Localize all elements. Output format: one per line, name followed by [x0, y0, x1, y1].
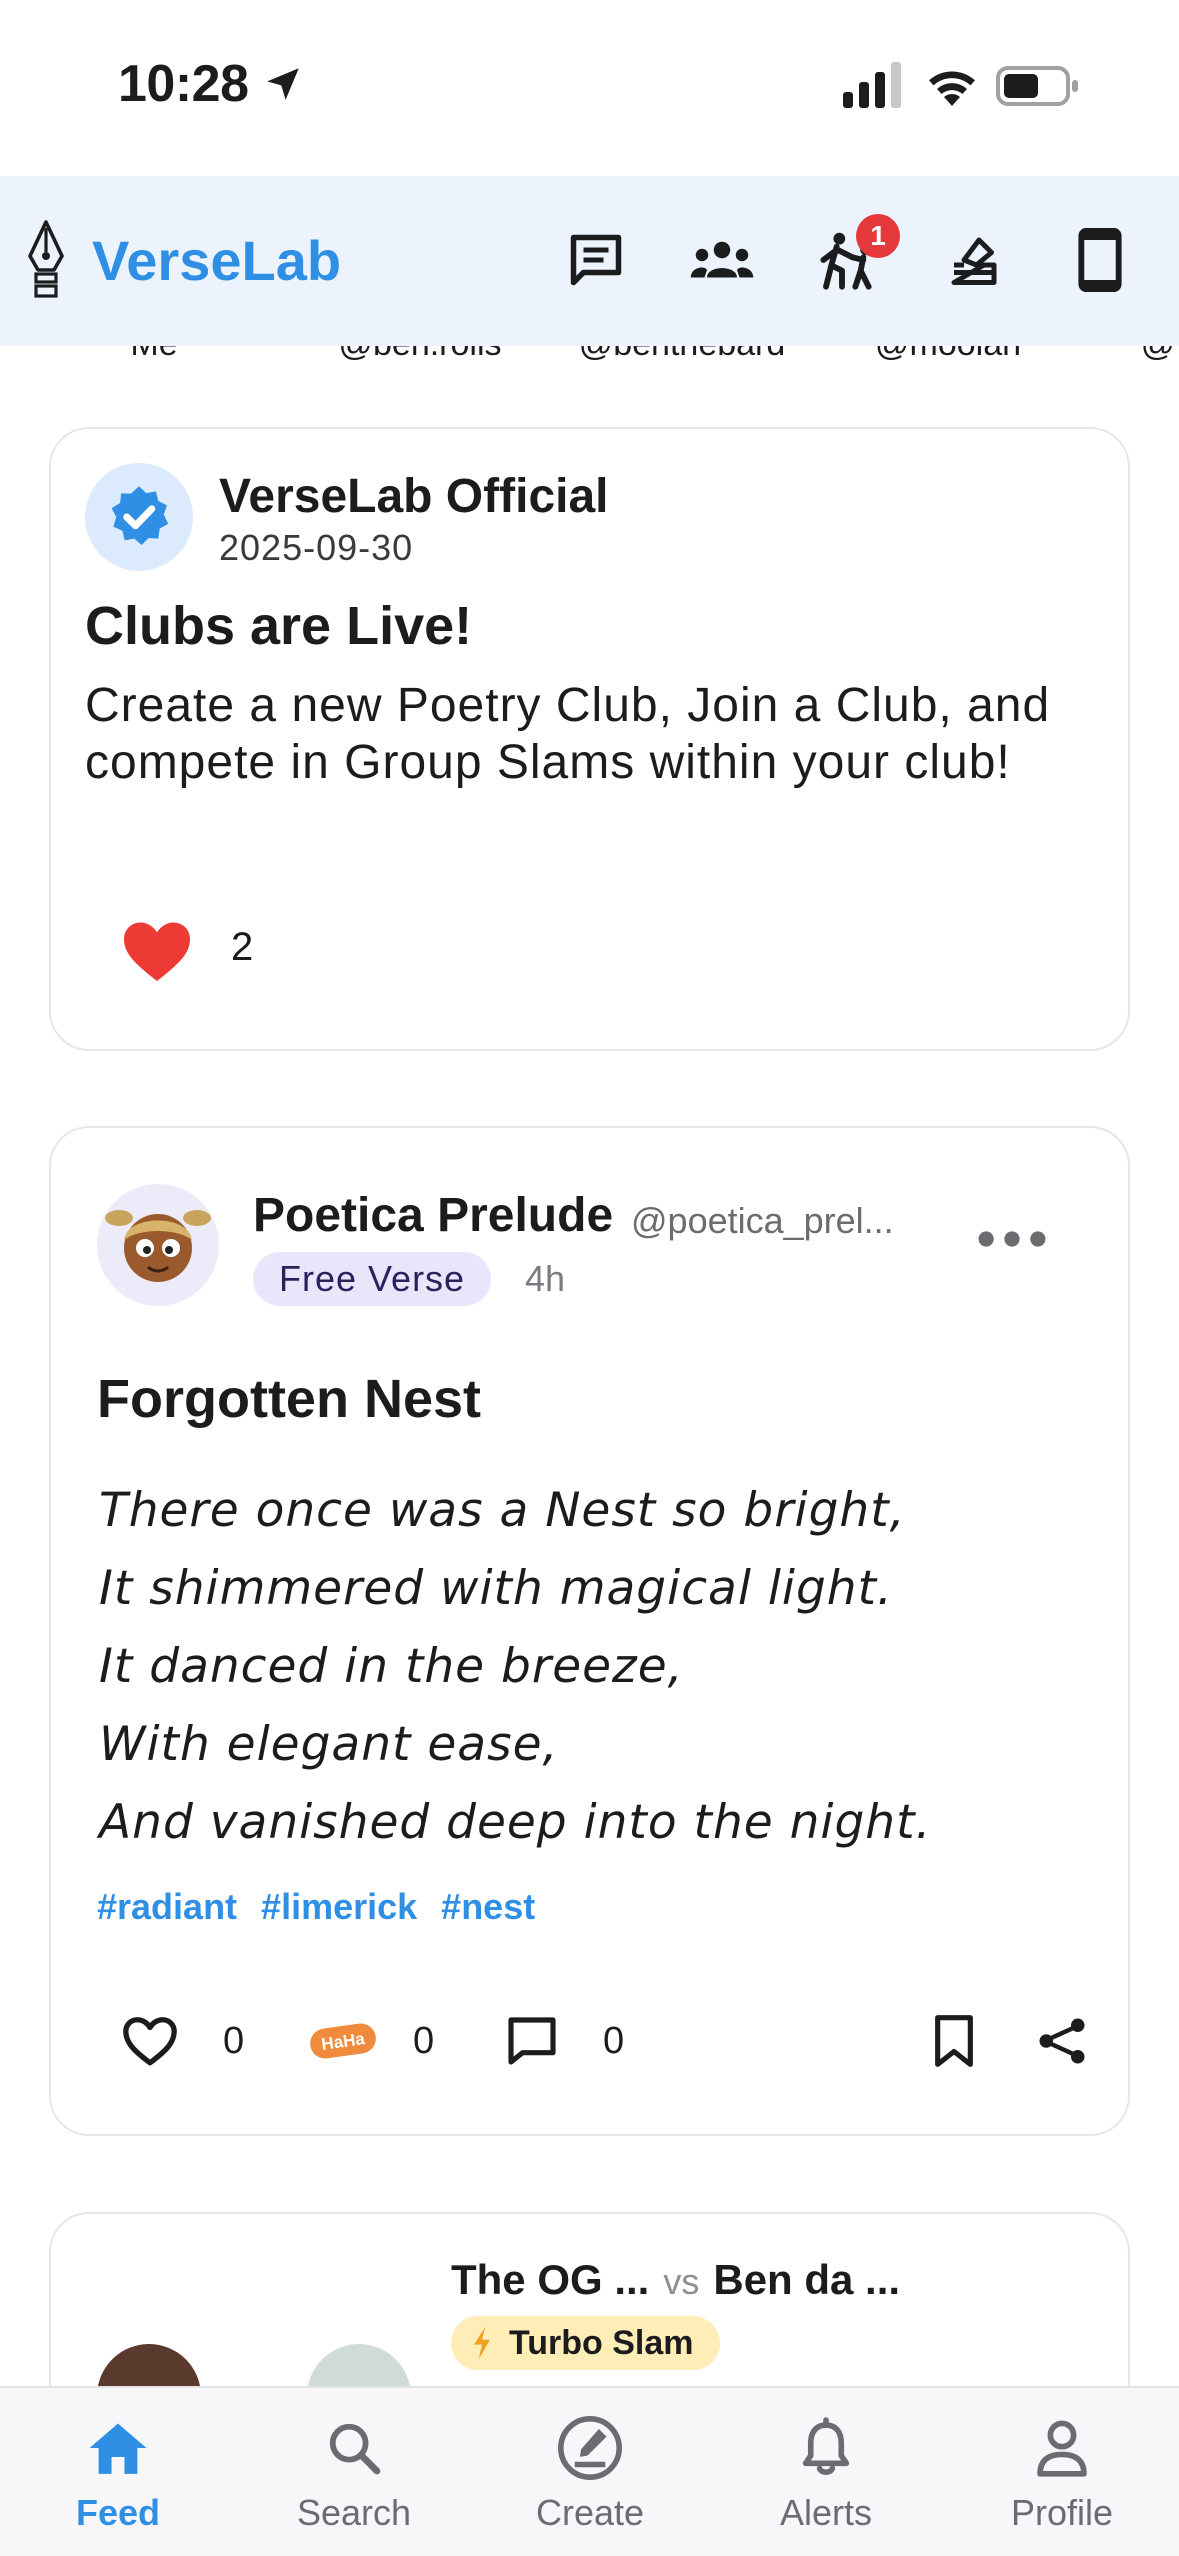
comment-button[interactable] — [499, 2008, 565, 2074]
groups-icon — [690, 241, 754, 278]
stories-strip: Me @ben.rolls @benthebard @moolah @ — [0, 346, 1179, 392]
device-button[interactable] — [1060, 220, 1140, 300]
bottom-nav: Feed Search Create Alerts Profile — [0, 2386, 1179, 2556]
avatar — [85, 463, 193, 571]
nav-label: Profile — [1010, 2492, 1114, 2533]
poem-line: With elegant ease, — [99, 1717, 559, 1772]
more-options-icon[interactable] — [977, 1224, 1047, 1254]
slam-players: The OG ... vs Ben da ... — [451, 2256, 900, 2304]
genre-chip[interactable]: Free Verse — [253, 1252, 492, 1306]
like-count: 2 — [231, 925, 254, 969]
chat-icon — [570, 234, 622, 286]
nav-item-create[interactable]: Create — [472, 2404, 708, 2544]
story-label[interactable]: @benthebard — [572, 346, 792, 364]
post-age: 4h — [525, 1258, 566, 1299]
author-name[interactable]: Poetica Prelude — [253, 1188, 613, 1243]
author-name[interactable]: VerseLab Official — [219, 469, 609, 524]
notification-badge: 1 — [856, 214, 900, 258]
slam-player-1[interactable]: The OG ... — [451, 2256, 649, 2303]
home-icon — [84, 2414, 152, 2482]
post-body: Create a new Poetry Club, Join a Club, a… — [85, 679, 1051, 789]
poem-line: It shimmered with magical light. — [99, 1561, 893, 1616]
hashtag[interactable]: #radiant — [97, 1886, 237, 1928]
story-label[interactable]: Me — [44, 346, 264, 364]
author-handle[interactable]: @poetica_prel... — [631, 1200, 894, 1242]
slam-player-2[interactable]: Ben da ... — [713, 2256, 900, 2303]
heart-outline-icon — [123, 2017, 177, 2066]
haha-count: 0 — [413, 2020, 435, 2062]
nav-label: Search — [296, 2492, 412, 2533]
poem-line: There once was a Nest so bright, — [99, 1483, 906, 1538]
app-title[interactable]: VerseLab — [92, 228, 341, 293]
announcement-card[interactable]: VerseLab Official 2025-09-30 Clubs are L… — [49, 427, 1130, 1051]
signal-icon — [843, 62, 901, 108]
hashtag[interactable]: #limerick — [261, 1886, 417, 1928]
vote-ballot-icon — [951, 237, 997, 285]
nav-item-feed[interactable]: Feed — [0, 2404, 236, 2544]
bell-icon — [792, 2414, 860, 2482]
slam-button[interactable]: 1 — [810, 214, 900, 300]
slam-type-chip: Turbo Slam — [451, 2316, 720, 2370]
avatar[interactable] — [97, 1184, 219, 1306]
nav-item-alerts[interactable]: Alerts — [708, 2404, 944, 2544]
status-bar: 10:28 — [0, 0, 1179, 176]
haha-button[interactable]: HaHa — [303, 2008, 383, 2074]
slam-type-label: Turbo Slam — [509, 2324, 694, 2362]
heart-filled-icon[interactable] — [121, 917, 193, 985]
comment-icon — [508, 2017, 556, 2065]
poem-card[interactable]: Poetica Prelude @poetica_prel... Free Ve… — [49, 1126, 1130, 2136]
bookmark-button[interactable] — [921, 2008, 987, 2074]
like-button[interactable] — [117, 2008, 183, 2074]
fountain-pen-icon — [28, 220, 64, 298]
nav-item-profile[interactable]: Profile — [944, 2404, 1179, 2544]
comment-count: 0 — [603, 2020, 625, 2062]
chat-button[interactable] — [556, 220, 636, 300]
status-time: 10:28 — [118, 55, 249, 113]
nav-label: Create — [535, 2492, 645, 2533]
story-label[interactable]: @ben.rolls — [310, 346, 530, 364]
verified-badge-icon — [111, 486, 169, 545]
share-button[interactable] — [1029, 2008, 1095, 2074]
poem-line: It danced in the breeze, — [99, 1639, 684, 1694]
post-actions: 0 HaHa 0 0 — [51, 1998, 1132, 2088]
vs-label: vs — [663, 2261, 700, 2302]
search-icon — [320, 2414, 388, 2482]
poem-body: There once was a Nest so bright, It shim… — [99, 1472, 931, 1862]
person-icon — [1028, 2414, 1096, 2482]
app-header: VerseLab 1 — [0, 176, 1179, 346]
nav-item-search[interactable]: Search — [236, 2404, 472, 2544]
battery-icon — [996, 66, 1078, 106]
phone-icon — [1078, 228, 1122, 292]
nav-label: Alerts — [779, 2492, 873, 2533]
lightning-icon — [474, 2327, 490, 2359]
haha-reaction-icon: HaHa — [310, 2023, 376, 2059]
story-label[interactable]: @moolah — [838, 346, 1058, 364]
cartoon-avatar-icon — [105, 1210, 211, 1282]
wifi-icon — [929, 71, 975, 106]
post-date: 2025-09-30 — [219, 527, 414, 568]
location-arrow-icon — [267, 68, 299, 100]
vote-button[interactable] — [934, 220, 1014, 300]
hashtag[interactable]: #nest — [441, 1886, 535, 1928]
story-label[interactable]: @ — [1048, 346, 1179, 364]
post-title: Clubs are Live! — [85, 596, 473, 656]
nav-label: Feed — [75, 2492, 161, 2533]
tag-list: #radiant #limerick #nest — [97, 1886, 535, 1928]
like-count: 0 — [223, 2020, 245, 2062]
bookmark-icon — [935, 2015, 973, 2067]
create-icon — [556, 2414, 624, 2482]
poem-line: And vanished deep into the night. — [99, 1795, 932, 1850]
clubs-button[interactable] — [682, 220, 762, 300]
share-icon — [1039, 2018, 1085, 2064]
poem-title: Forgotten Nest — [97, 1369, 481, 1429]
